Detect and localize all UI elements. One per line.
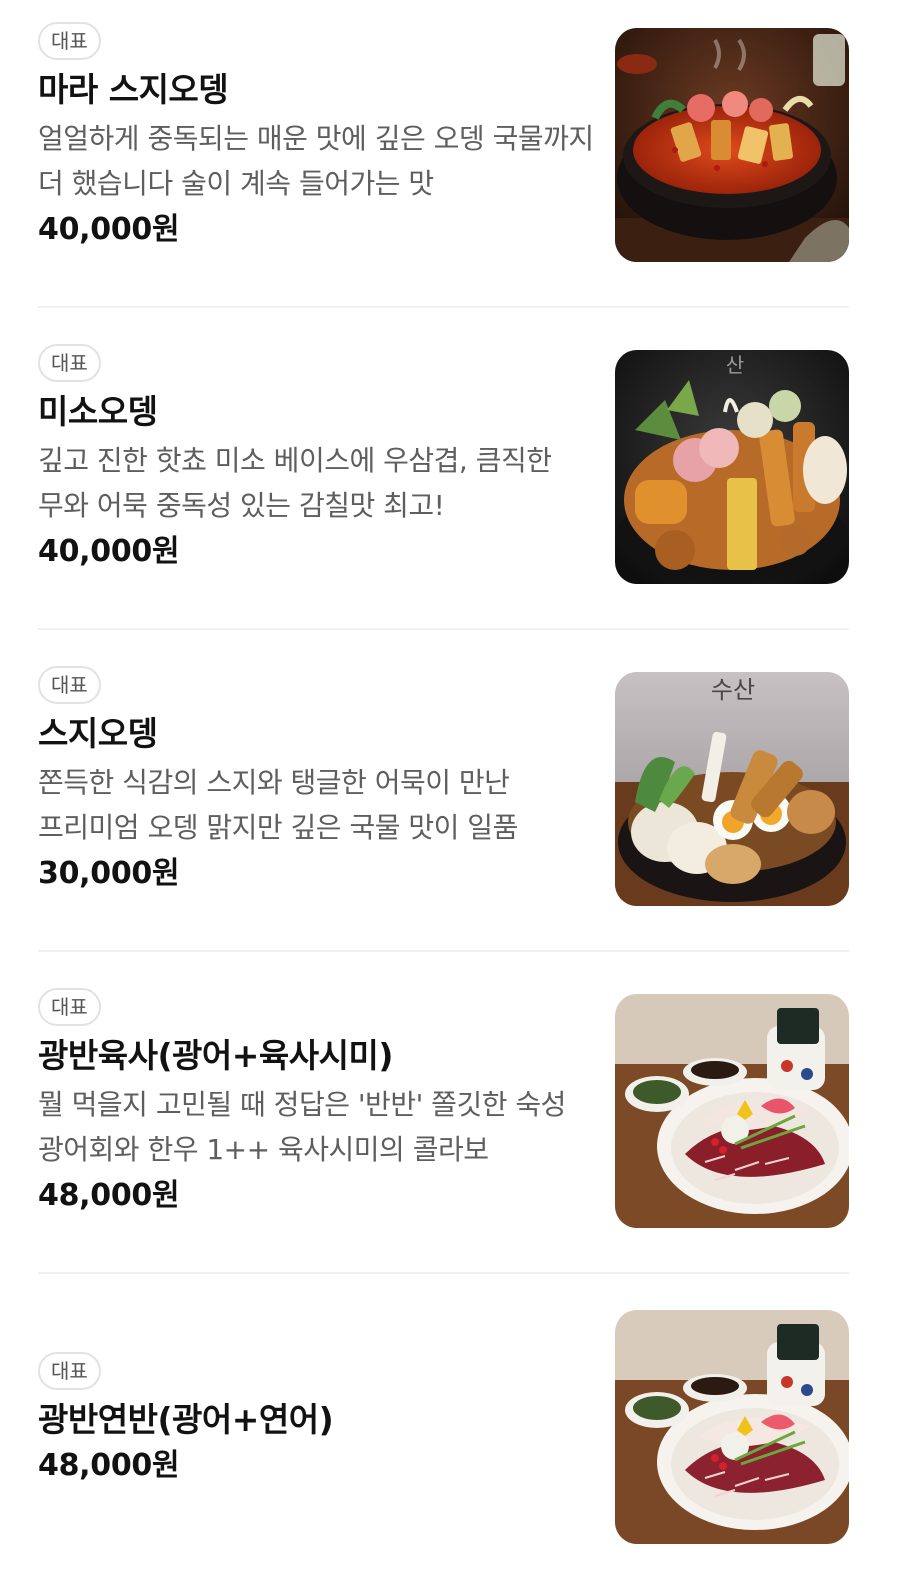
photo-watermark-text: 산 — [726, 353, 744, 377]
flatfish-beef-platter-image — [615, 994, 849, 1228]
signature-badge: 대표 — [38, 22, 101, 60]
menu-item-price: 30,000원 — [38, 856, 180, 891]
photo-watermark-text: 수산 — [711, 676, 755, 704]
menu-item-flatfish-beef-half[interactable]: 대표 광반육사(광어+육사시미) 뭘 먹을지 고민될 때 정답은 '반반' 쫄깃… — [0, 966, 900, 1272]
signature-badge: 대표 — [38, 1352, 101, 1390]
menu-item-price: 40,000원 — [38, 212, 180, 247]
item-divider — [38, 628, 849, 630]
menu-item-description: 얼얼하게 중독되는 매운 맛에 깊은 오뎅 국물까지 더 했습니다 술이 계속 … — [38, 122, 594, 200]
item-divider — [38, 1272, 849, 1274]
menu-item-mala-suji-oden[interactable]: 대표 마라 스지오뎅 얼얼하게 중독되는 매운 맛에 깊은 오뎅 국물까지 더 … — [0, 0, 900, 306]
signature-badge: 대표 — [38, 666, 101, 704]
menu-item-price: 48,000원 — [38, 1178, 180, 1213]
menu-item-photo[interactable] — [615, 28, 849, 262]
menu-item-description: 깊고 진한 핫쵸 미소 베이스에 우삼겹, 큼직한 무와 어묵 중독성 있는 감… — [38, 444, 552, 522]
menu-item-flatfish-salmon-half[interactable]: 대표 광반연반(광어+연어) 48,000원 — [0, 1288, 900, 1594]
menu-list: 대표 마라 스지오뎅 얼얼하게 중독되는 매운 맛에 깊은 오뎅 국물까지 더 … — [0, 0, 900, 1594]
menu-item-photo[interactable]: 수산 — [615, 672, 849, 906]
suji-oden-hotpot-image: 수산 — [615, 672, 849, 906]
menu-item-description: 쫀득한 식감의 스지와 탱글한 어묵이 만난 프리미엄 오뎅 맑지만 깊은 국물… — [38, 766, 518, 844]
flatfish-salmon-platter-image — [615, 1310, 849, 1544]
menu-item-photo[interactable] — [615, 994, 849, 1228]
menu-item-description: 뭘 먹을지 고민될 때 정답은 '반반' 쫄깃한 숙성 광어회와 한우 1++ … — [38, 1088, 566, 1166]
signature-badge: 대표 — [38, 988, 101, 1026]
mala-oden-hotpot-image — [615, 28, 849, 262]
menu-item-name: 스지오뎅 — [38, 714, 158, 753]
menu-item-price: 48,000원 — [38, 1448, 180, 1483]
menu-item-price: 40,000원 — [38, 534, 180, 569]
menu-item-photo[interactable] — [615, 1310, 849, 1544]
menu-item-name: 마라 스지오뎅 — [38, 70, 229, 109]
item-divider — [38, 306, 849, 308]
menu-item-miso-oden[interactable]: 대표 미소오뎅 깊고 진한 핫쵸 미소 베이스에 우삼겹, 큼직한 무와 어묵 … — [0, 322, 900, 628]
miso-oden-hotpot-image: 산 — [615, 350, 849, 584]
menu-item-suji-oden[interactable]: 대표 스지오뎅 쫀득한 식감의 스지와 탱글한 어묵이 만난 프리미엄 오뎅 맑… — [0, 644, 900, 950]
item-divider — [38, 950, 849, 952]
menu-item-name: 미소오뎅 — [38, 392, 158, 431]
menu-item-name: 광반육사(광어+육사시미) — [38, 1036, 393, 1075]
menu-item-photo[interactable]: 산 — [615, 350, 849, 584]
menu-item-name: 광반연반(광어+연어) — [38, 1400, 334, 1439]
signature-badge: 대표 — [38, 344, 101, 382]
